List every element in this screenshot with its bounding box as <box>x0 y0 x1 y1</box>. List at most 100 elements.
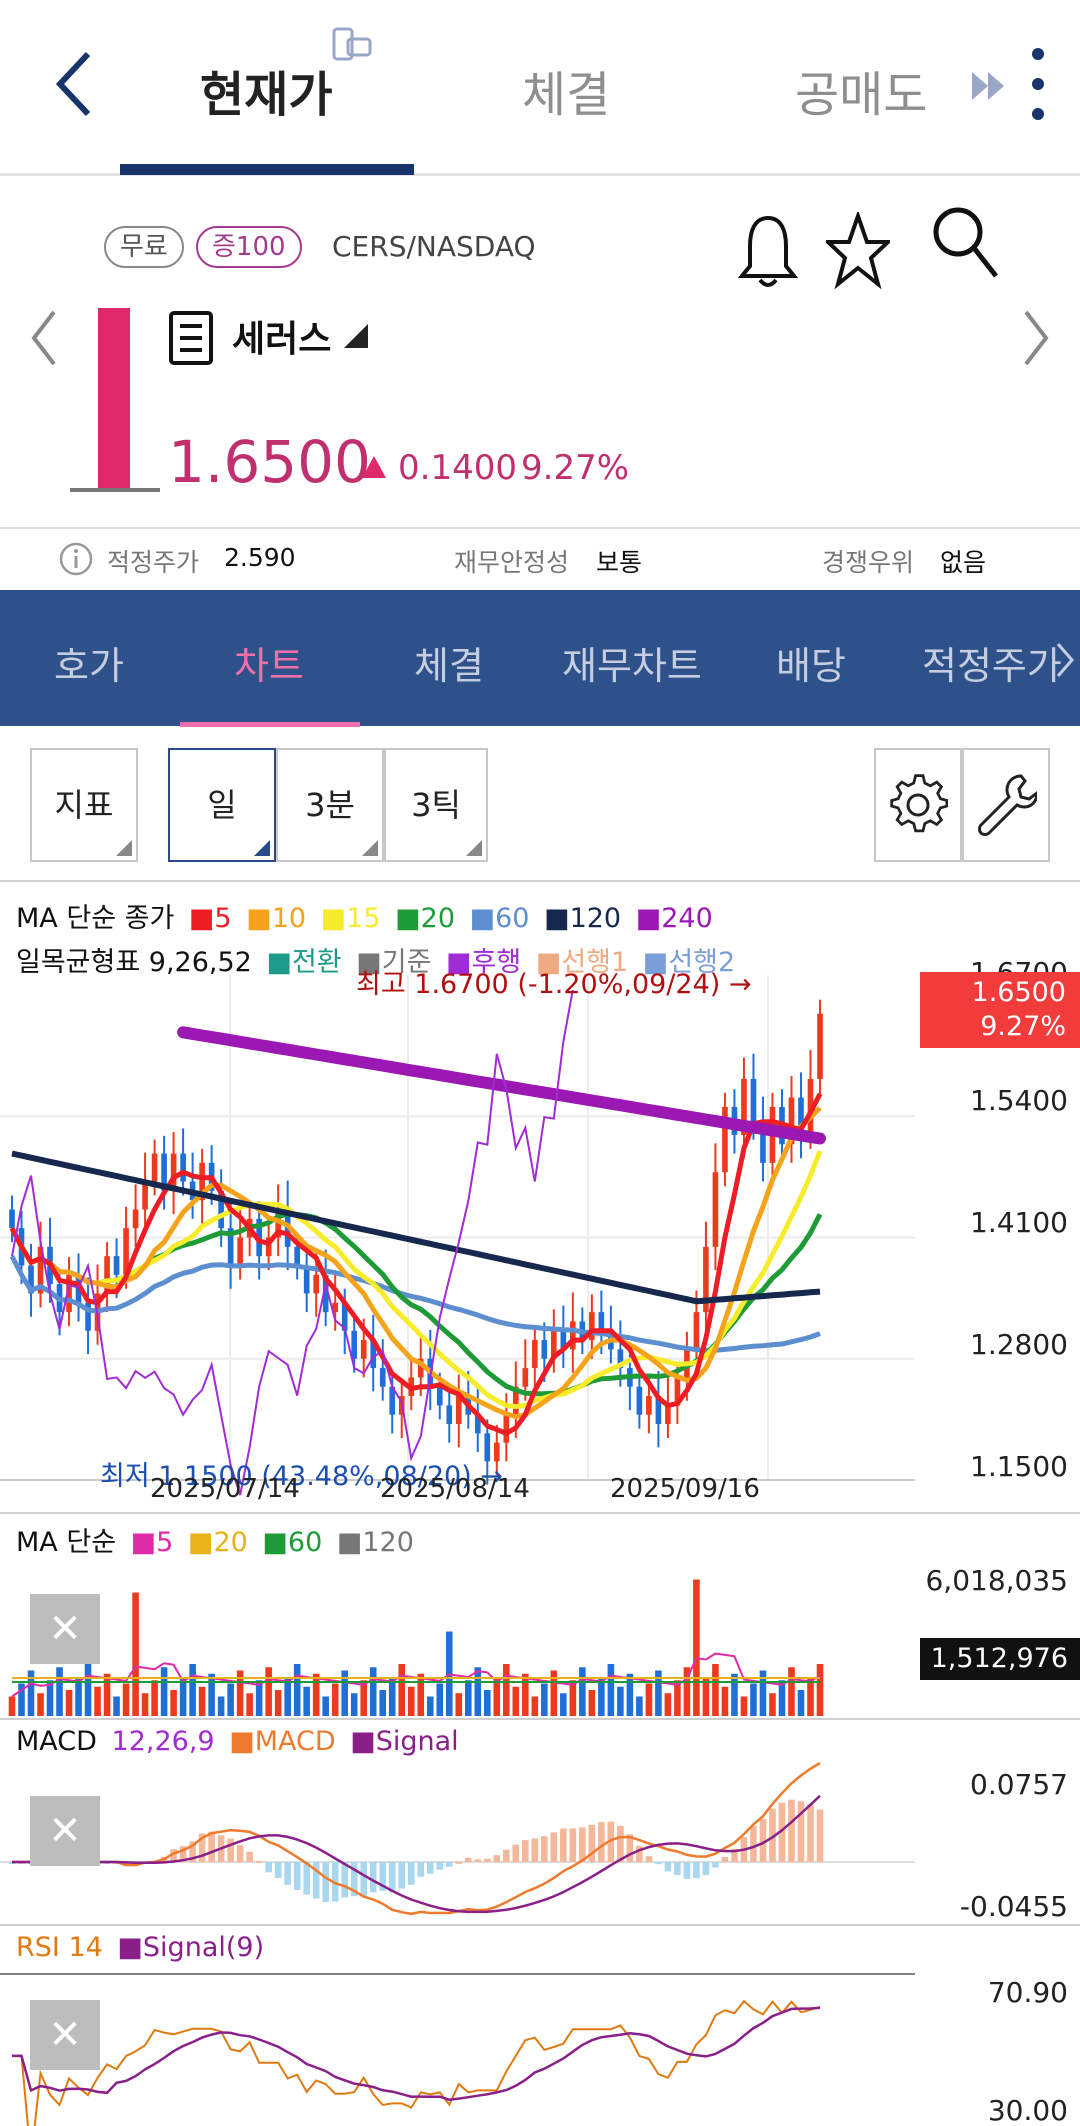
more-menu-icon[interactable] <box>1028 44 1048 124</box>
macd-histogram-bar <box>550 1832 558 1862</box>
stock-name[interactable]: 세러스 <box>232 310 331 362</box>
macd-histogram-bar <box>369 1862 377 1893</box>
macd-chart[interactable] <box>0 1762 1080 1922</box>
macd-histogram-bar <box>579 1827 586 1862</box>
macd-histogram-bar <box>674 1862 681 1875</box>
tab-trades[interactable]: 체결 <box>522 55 610 125</box>
macd-histogram-bar <box>617 1825 624 1862</box>
volume-bar <box>407 1686 415 1716</box>
vol-ma5-label: 5 <box>156 1527 174 1558</box>
volume-bar <box>132 1592 139 1716</box>
volume-bar <box>636 1696 643 1716</box>
star-icon[interactable] <box>826 212 890 292</box>
price-change-bar <box>98 308 130 491</box>
ma10-swatch: ■ <box>246 903 272 934</box>
ma5-swatch: ■ <box>188 903 215 934</box>
fast-forward-icon[interactable] <box>970 70 1006 102</box>
volume-bar <box>350 1693 358 1716</box>
macd-histogram-bar <box>436 1862 444 1870</box>
volume-bar <box>84 1664 92 1716</box>
macd-histogram-bar <box>417 1862 425 1877</box>
vol-ma120-label: 120 <box>362 1527 414 1558</box>
tab-current-price[interactable]: 현재가 <box>200 55 332 125</box>
close-volume-button[interactable]: ✕ <box>30 1594 100 1664</box>
volume-bar <box>769 1693 776 1716</box>
tools-button[interactable] <box>962 748 1050 862</box>
macd-histogram-bar <box>560 1828 567 1862</box>
subtab-trades[interactable]: 체결 <box>414 635 484 690</box>
candle <box>446 1405 453 1425</box>
volume-bar <box>37 1693 44 1716</box>
ma15-label: 15 <box>346 903 381 934</box>
bell-icon[interactable] <box>738 210 798 292</box>
rsi-signal-label: Signal(9) <box>142 1932 265 1963</box>
margin-badge: 증100 <box>196 226 302 268</box>
subtab-dividend[interactable]: 배당 <box>776 635 846 690</box>
volume-bar <box>141 1693 149 1716</box>
tab-short-selling[interactable]: 공매도 <box>795 55 927 125</box>
rsi-legend: RSI 14 ■Signal(9) <box>16 1932 264 1963</box>
macd-histogram-bar <box>788 1799 795 1862</box>
candle <box>712 1172 719 1247</box>
indicator-button[interactable]: 지표 <box>30 748 138 862</box>
subtab-fair-price[interactable]: 적정주가 <box>922 635 1062 690</box>
volume-bar <box>531 1696 539 1716</box>
dropdown-triangle-icon[interactable] <box>342 322 370 350</box>
next-stock-icon[interactable] <box>1020 308 1052 368</box>
settings-button[interactable] <box>874 748 962 862</box>
device-switch-icon[interactable] <box>330 25 374 65</box>
rsi-chart[interactable] <box>0 1968 1080 2126</box>
volume-bar <box>607 1664 615 1716</box>
chevron-right-icon[interactable] <box>1054 640 1076 680</box>
x-tick-2: 2025/08/14 <box>380 1474 530 1504</box>
macd-histogram-bar <box>388 1862 396 1893</box>
close-rsi-button[interactable]: ✕ <box>30 2000 100 2070</box>
3tick-period-button[interactable]: 3틱 <box>384 748 488 862</box>
macd-histogram-bar <box>645 1856 653 1862</box>
info-icon[interactable] <box>58 541 94 577</box>
volume-bar <box>217 1696 225 1716</box>
up-triangle-icon <box>362 456 386 478</box>
prev-stock-icon[interactable] <box>28 308 60 368</box>
back-arrow-icon[interactable] <box>52 48 94 120</box>
3min-label: 3분 <box>305 786 355 824</box>
vol-ma5-swatch: ■ <box>130 1527 157 1558</box>
y-tick-4: 1.2800 <box>970 1328 1068 1361</box>
volume-bar <box>693 1579 700 1716</box>
volume-bar <box>664 1693 672 1716</box>
document-icon[interactable] <box>168 310 214 366</box>
volume-bar <box>303 1686 310 1716</box>
current-price: 1.6500 <box>168 428 371 496</box>
3min-period-button[interactable]: 3분 <box>276 748 384 862</box>
volume-bar <box>541 1683 548 1716</box>
subtab-financial-chart[interactable]: 재무차트 <box>562 635 702 690</box>
ma-legend-title: MA 단순 종가 <box>16 903 175 934</box>
rsi-legend-title: RSI 14 <box>16 1932 103 1963</box>
macd-histogram-bar <box>398 1862 406 1889</box>
vol-ma20-label: 20 <box>213 1527 248 1558</box>
volume-bar <box>455 1693 463 1716</box>
macd-histogram-bar <box>702 1862 710 1876</box>
active-tab-indicator <box>120 164 414 175</box>
volume-bar <box>721 1686 729 1716</box>
volume-bar <box>189 1664 196 1716</box>
price-bar-baseline <box>70 488 160 492</box>
subtab-chart[interactable]: 차트 <box>234 635 304 690</box>
current-price-marker-pct: 9.27% <box>980 1011 1066 1042</box>
volume-bar <box>816 1664 824 1716</box>
macd-line <box>12 1762 821 1916</box>
volume-bar <box>94 1686 101 1716</box>
current-price-marker-value: 1.6500 <box>971 977 1066 1008</box>
subtab-orderbook[interactable]: 호가 <box>54 635 124 690</box>
macd-histogram-bar <box>693 1862 700 1879</box>
search-icon[interactable] <box>930 204 1000 284</box>
macd-histogram-bar <box>464 1857 472 1862</box>
ma240-line <box>177 1026 826 1145</box>
close-macd-button[interactable]: ✕ <box>30 1796 100 1866</box>
volume-chart[interactable] <box>0 1556 1080 1716</box>
day-period-button[interactable]: 일 <box>168 748 276 862</box>
price-chart[interactable] <box>0 975 1080 1515</box>
candle <box>646 1396 652 1415</box>
volume-bar <box>274 1690 282 1716</box>
macd-legend: MACD 12,26,9 ■MACD ■Signal <box>16 1726 459 1757</box>
